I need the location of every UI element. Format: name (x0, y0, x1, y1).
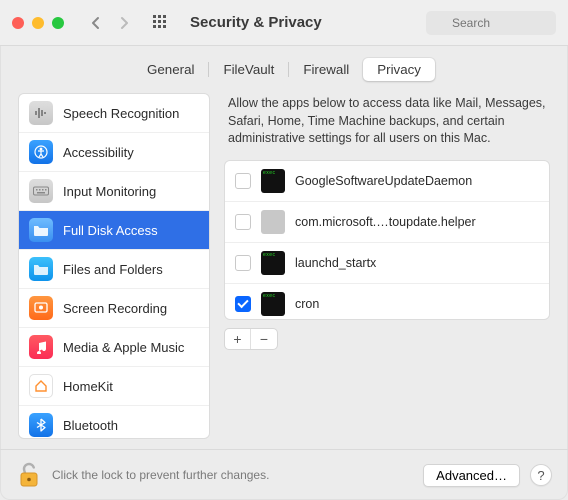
panel-description: Allow the apps below to access data like… (224, 93, 550, 160)
folder-icon (29, 257, 53, 281)
segmented-control: General FileVault Firewall Privacy (133, 58, 435, 81)
app-name: launchd_startx (295, 256, 376, 270)
unlocked-lock-icon (18, 462, 40, 488)
lock-hint-text: Click the lock to prevent further change… (52, 468, 269, 482)
tab-general[interactable]: General (133, 58, 208, 81)
app-checkbox[interactable] (235, 255, 251, 271)
app-row[interactable]: cron (225, 283, 549, 320)
chevron-right-icon (119, 16, 129, 30)
close-window-button[interactable] (12, 17, 24, 29)
forward-button[interactable] (112, 12, 136, 34)
help-button[interactable]: ? (530, 464, 552, 486)
sidebar-item-files-and-folders[interactable]: Files and Folders (19, 249, 209, 288)
sidebar-item-full-disk-access[interactable]: Full Disk Access (19, 210, 209, 249)
accessibility-icon (29, 140, 53, 164)
titlebar: Security & Privacy (0, 0, 568, 46)
sidebar-item-label: HomeKit (63, 379, 113, 394)
nav-arrows (84, 12, 136, 34)
app-row[interactable]: GoogleSoftwareUpdateDaemon (225, 161, 549, 201)
tab-bar: General FileVault Firewall Privacy (0, 46, 568, 93)
app-name: cron (295, 297, 319, 311)
app-name: com.microsoft.…toupdate.helper (295, 215, 476, 229)
tab-filevault[interactable]: FileVault (209, 58, 288, 81)
sidebar-item-label: Media & Apple Music (63, 340, 184, 355)
tab-firewall[interactable]: Firewall (289, 58, 363, 81)
music-icon (29, 335, 53, 359)
sidebar-item-label: Accessibility (63, 145, 134, 160)
advanced-button[interactable]: Advanced… (423, 464, 520, 487)
add-app-button[interactable]: + (225, 329, 251, 349)
sidebar-item-label: Files and Folders (63, 262, 163, 277)
show-all-button[interactable] (148, 12, 174, 34)
lock-button[interactable] (16, 460, 42, 490)
app-list: GoogleSoftwareUpdateDaemon com.microsoft… (224, 160, 550, 320)
grid-icon (153, 15, 169, 31)
sidebar-item-screen-recording[interactable]: Screen Recording (19, 288, 209, 327)
tab-privacy[interactable]: Privacy (363, 58, 435, 81)
app-row[interactable]: com.microsoft.…toupdate.helper (225, 201, 549, 242)
content-area: Speech Recognition Accessibility Input M… (0, 93, 568, 449)
folder-icon (29, 218, 53, 242)
footer: Click the lock to prevent further change… (0, 449, 568, 500)
sidebar-item-homekit[interactable]: HomeKit (19, 366, 209, 405)
sidebar-item-input-monitoring[interactable]: Input Monitoring (19, 171, 209, 210)
list-controls: + − (224, 328, 550, 350)
minimize-window-button[interactable] (32, 17, 44, 29)
window-controls (12, 17, 64, 29)
prefs-window: Security & Privacy General FileVault Fir… (0, 0, 568, 500)
window-title: Security & Privacy (190, 14, 322, 31)
sidebar-item-label: Speech Recognition (63, 106, 179, 121)
remove-app-button[interactable]: − (251, 329, 277, 349)
app-row[interactable]: launchd_startx (225, 242, 549, 283)
exec-icon (261, 169, 285, 193)
screen-record-icon (29, 296, 53, 320)
zoom-window-button[interactable] (52, 17, 64, 29)
exec-icon (261, 292, 285, 316)
sidebar-item-label: Full Disk Access (63, 223, 158, 238)
privacy-sidebar: Speech Recognition Accessibility Input M… (18, 93, 210, 439)
sidebar-item-media-apple-music[interactable]: Media & Apple Music (19, 327, 209, 366)
home-icon (29, 374, 53, 398)
waveform-icon (29, 101, 53, 125)
keyboard-icon (29, 179, 53, 203)
app-checkbox[interactable] (235, 296, 251, 312)
search-input[interactable] (426, 11, 556, 35)
sidebar-item-label: Bluetooth (63, 418, 118, 433)
app-checkbox[interactable] (235, 173, 251, 189)
back-button[interactable] (84, 12, 108, 34)
detail-panel: Allow the apps below to access data like… (224, 93, 550, 439)
exec-icon (261, 251, 285, 275)
sidebar-item-label: Input Monitoring (63, 184, 156, 199)
sidebar-item-accessibility[interactable]: Accessibility (19, 132, 209, 171)
generic-doc-icon (261, 210, 285, 234)
chevron-left-icon (91, 16, 101, 30)
sidebar-item-label: Screen Recording (63, 301, 167, 316)
sidebar-item-bluetooth[interactable]: Bluetooth (19, 405, 209, 439)
sidebar-item-speech-recognition[interactable]: Speech Recognition (19, 94, 209, 132)
app-checkbox[interactable] (235, 214, 251, 230)
app-name: GoogleSoftwareUpdateDaemon (295, 174, 472, 188)
bluetooth-icon (29, 413, 53, 437)
